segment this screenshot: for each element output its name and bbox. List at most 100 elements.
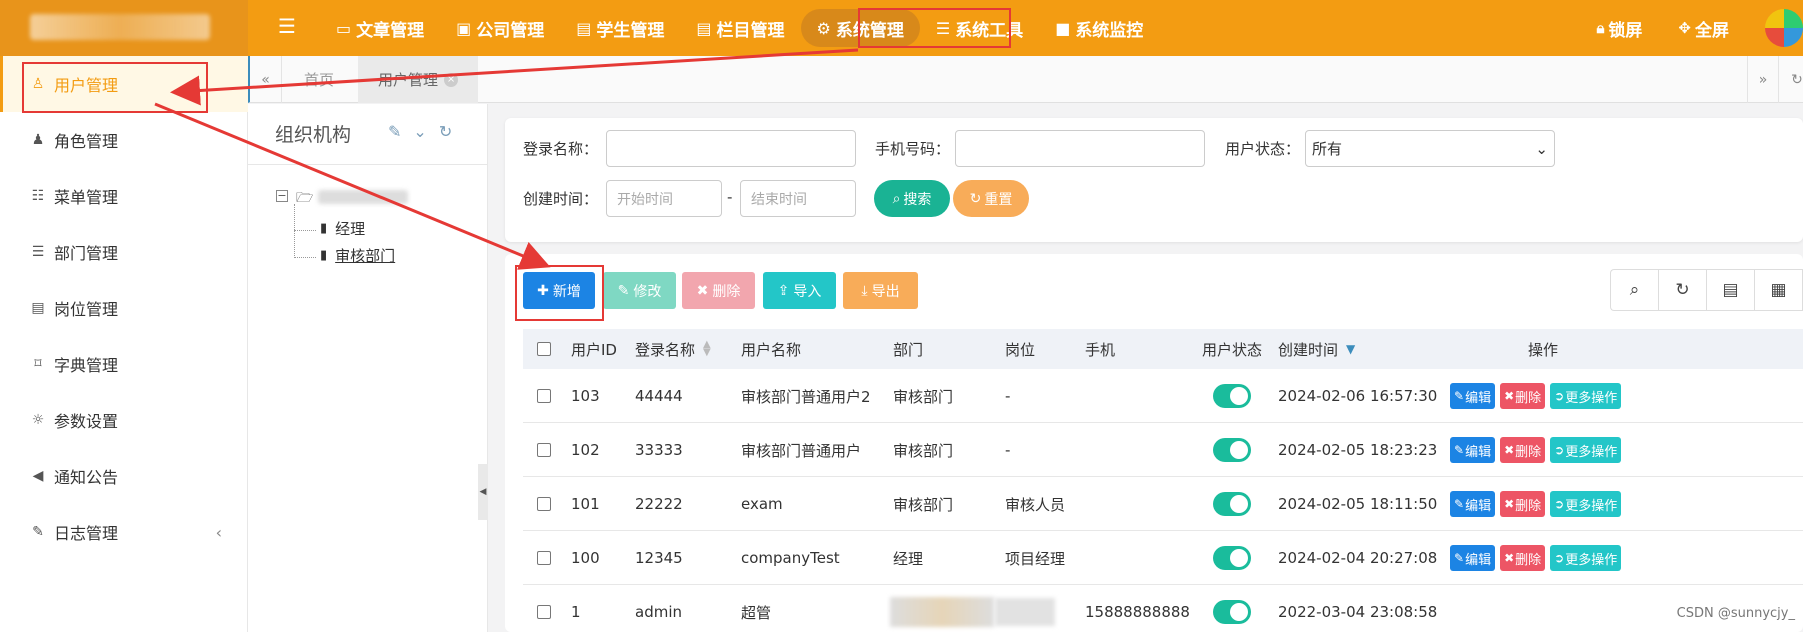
sidebar-item-notices[interactable]: ◀ 通知公告 [0, 448, 248, 504]
phone-input[interactable] [955, 130, 1205, 167]
org-tools: ✎ ⌄ ↻ [388, 122, 452, 141]
start-time-input[interactable]: 开始时间 [606, 180, 722, 217]
row-more-button[interactable]: ➲ 更多操作 [1550, 491, 1622, 517]
close-icon[interactable]: × [444, 72, 459, 87]
login-name-input[interactable] [606, 130, 856, 167]
id-card-icon: ▤ [576, 18, 592, 38]
cell-user-name: 超管 [741, 603, 772, 622]
top-menu-columns[interactable]: ▤ 栏目管理 [680, 9, 800, 47]
row-actions: ✎ 编辑 ✖ 删除 ➲ 更多操作 [1450, 369, 1626, 423]
blurred-root-node[interactable] [318, 190, 408, 204]
row-checkbox[interactable] [537, 531, 551, 585]
search-icon[interactable]: ⌕ [1611, 270, 1659, 310]
cell-login-name: 22222 [635, 495, 683, 513]
row-delete-button[interactable]: ✖ 删除 [1500, 545, 1546, 571]
refresh-tab-icon[interactable]: ↻ [1781, 56, 1803, 103]
top-menu-articles[interactable]: ▭ 文章管理 [320, 9, 440, 47]
chevron-right-circle-icon: ➲ [1554, 551, 1565, 565]
tab-home[interactable]: 首页 [284, 56, 354, 103]
cell-created-time: 2024-02-06 16:57:30 [1278, 387, 1438, 405]
row-checkbox[interactable] [537, 369, 551, 423]
status-toggle[interactable] [1213, 477, 1251, 531]
row-edit-button[interactable]: ✎ 编辑 [1450, 383, 1496, 409]
chevron-down-icon: ⌄ [1535, 139, 1548, 158]
bars-icon[interactable]: ☰ [278, 14, 296, 38]
chevron-right-circle-icon: ➲ [1554, 389, 1565, 403]
chevron-right-circle-icon: ➲ [1554, 497, 1565, 511]
row-edit-button[interactable]: ✎ 编辑 [1450, 545, 1496, 571]
cell-post: 项目经理 [1005, 549, 1066, 568]
fullscreen-button[interactable]: ✥ 全屏 [1678, 16, 1729, 41]
user-secret-icon: ♟ [31, 132, 45, 148]
avatar[interactable] [1765, 9, 1803, 47]
row-checkbox[interactable] [537, 477, 551, 531]
cell-department-blurred [890, 585, 994, 632]
row-edit-button[interactable]: ✎ 编辑 [1450, 491, 1496, 517]
top-menu-company[interactable]: ▣ 公司管理 [440, 9, 560, 47]
sidebar-item-menus[interactable]: ☷ 菜单管理 [0, 168, 248, 224]
login-name-label: 登录名称： [523, 140, 599, 158]
row-checkbox[interactable] [537, 423, 551, 477]
reset-button[interactable]: ↻ 重置 [953, 180, 1029, 217]
sun-icon: ☼ [31, 412, 45, 428]
row-more-button[interactable]: ➲ 更多操作 [1550, 437, 1622, 463]
row-delete-button[interactable]: ✖ 删除 [1500, 383, 1546, 409]
sidebar: ♙ 用户管理 ♟ 角色管理 ☷ 菜单管理 ☰ 部门管理 ▤ 岗位管理 ⌑ 字典管理 ☼ 参数设… [0, 56, 248, 632]
edit-button[interactable]: ✎ 修改 [603, 272, 676, 309]
tree-collapse-toggle[interactable]: − [276, 190, 288, 202]
top-menu-students[interactable]: ▤ 学生管理 [560, 9, 680, 47]
chevron-down-icon[interactable]: ⌄ [413, 122, 426, 141]
tab-user-management[interactable]: 用户管理 × [358, 56, 479, 103]
cell-login-name: 33333 [635, 441, 683, 459]
refresh-icon[interactable]: ↻ [1659, 270, 1707, 310]
bookmark-icon: ⌑ [34, 356, 42, 372]
list-view-icon[interactable]: ▤ [1707, 270, 1755, 310]
import-button[interactable]: ⇪ 导入 [763, 272, 836, 309]
tab-scroll-left-icon[interactable]: « [250, 56, 282, 103]
lock-screen-button[interactable]: 🔒︎ 锁屏 [1596, 16, 1642, 41]
chevron-left-icon: ‹ [215, 522, 222, 542]
close-icon: ✖ [1504, 443, 1515, 457]
cell-user-name: companyTest [741, 549, 840, 567]
tree-line [294, 257, 316, 258]
status-toggle[interactable] [1213, 585, 1251, 632]
cell-department: 审核部门 [893, 387, 954, 406]
col-created-time[interactable]: 创建时间 ▼ [1278, 329, 1355, 369]
status-toggle[interactable] [1213, 423, 1251, 477]
divider [248, 164, 488, 165]
top-menu-monitor[interactable]: ■ 系统监控 [1039, 9, 1159, 47]
tree-node-audit-dept[interactable]: ▮ 审核部门 [320, 245, 395, 266]
status-select[interactable]: 所有 ⌄ [1305, 130, 1555, 167]
edit-icon[interactable]: ✎ [388, 122, 401, 141]
sidebar-item-logs[interactable]: ✎ 日志管理 ‹ [0, 504, 248, 560]
cell-created-time: 2024-02-05 18:11:50 [1278, 495, 1438, 513]
tab-scroll-right-icon[interactable]: » [1747, 56, 1779, 103]
tab-bar: « 首页 用户管理 × » ↻ [248, 56, 1803, 103]
delete-button[interactable]: ✖ 删除 [682, 272, 755, 309]
row-actions: ✎ 编辑 ✖ 删除 ➲ 更多操作 [1450, 477, 1626, 531]
sidebar-item-dictionary[interactable]: ⌑ 字典管理 [0, 336, 248, 392]
sidebar-item-posts[interactable]: ▤ 岗位管理 [0, 280, 248, 336]
sidebar-item-params[interactable]: ☼ 参数设置 [0, 392, 248, 448]
search-button[interactable]: ⌕ 搜索 [874, 180, 950, 217]
sidebar-item-departments[interactable]: ☰ 部门管理 [0, 224, 248, 280]
columns-icon[interactable]: ▦ [1755, 270, 1803, 310]
row-more-button[interactable]: ➲ 更多操作 [1550, 545, 1622, 571]
row-delete-button[interactable]: ✖ 删除 [1500, 491, 1546, 517]
col-login-name[interactable]: 登录名称 ▲ ▼ [635, 329, 711, 369]
status-toggle[interactable] [1213, 531, 1251, 585]
status-toggle[interactable] [1213, 369, 1251, 423]
row-more-button[interactable]: ➲ 更多操作 [1550, 383, 1622, 409]
end-time-input[interactable]: 结束时间 [740, 180, 856, 217]
sidebar-item-roles[interactable]: ♟ 角色管理 [0, 112, 248, 168]
tree-node-manager[interactable]: ▮ 经理 [320, 218, 365, 239]
refresh-icon[interactable]: ↻ [439, 122, 452, 141]
export-button[interactable]: ⤓ 导出 [843, 272, 918, 309]
row-checkbox[interactable] [537, 585, 551, 632]
row-delete-button[interactable]: ✖ 删除 [1500, 437, 1546, 463]
row-edit-button[interactable]: ✎ 编辑 [1450, 437, 1496, 463]
credit-card-icon: ▭ [336, 18, 352, 38]
close-icon: ✖ [696, 282, 709, 299]
select-all-checkbox[interactable] [537, 329, 551, 369]
panel-collapse-handle[interactable]: ◀ [478, 464, 488, 520]
